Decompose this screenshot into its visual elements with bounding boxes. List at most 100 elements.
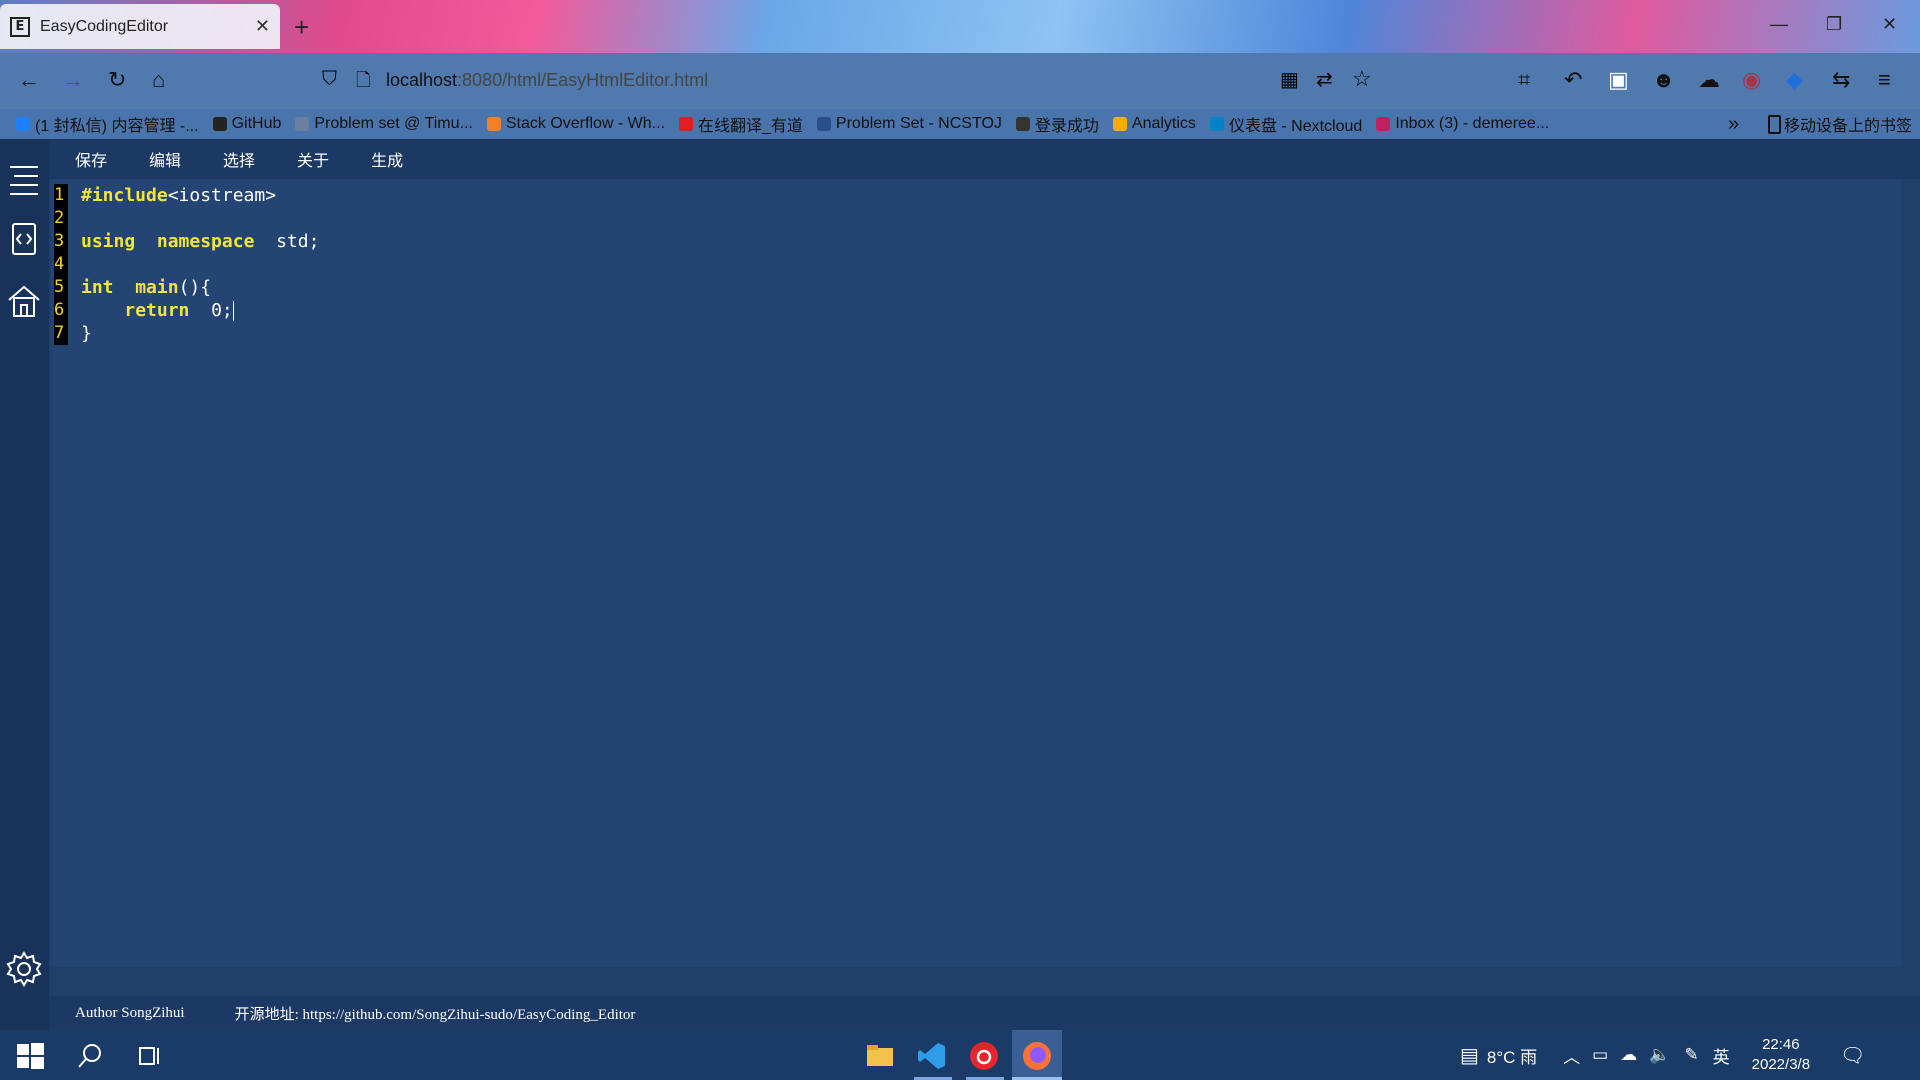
pen-icon[interactable]: ✎ [1684, 1045, 1698, 1065]
extension-translate-icon[interactable]: ⇆ [1832, 67, 1850, 93]
line-number: 6 [54, 300, 65, 320]
extension-add-icon[interactable]: ▣ [1608, 67, 1629, 93]
translate-icon[interactable]: ⇄ [1316, 67, 1333, 92]
code-area[interactable]: #include<iostream> using namespace std; … [81, 184, 319, 345]
home-icon[interactable]: ⌂ [152, 67, 165, 93]
menu-edit[interactable]: 编辑 [149, 147, 181, 171]
battery-icon[interactable]: ▭ [1592, 1045, 1608, 1065]
editor-app: 保存 编辑 选择 关于 生成 1 2 3 4 5 6 7 #include<iostream… [0, 139, 1920, 1030]
menu-hamburger-icon[interactable]: ≡ [1878, 67, 1891, 93]
ime-text[interactable]: 英 [1713, 1043, 1730, 1068]
bookmark-favicon-icon [1376, 117, 1391, 131]
menu-select[interactable]: 选择 [223, 147, 255, 171]
file-explorer-icon[interactable] [864, 1040, 896, 1072]
browser-tab[interactable]: E EasyCodingEditor ✕ [0, 4, 280, 49]
extension-monkey-icon[interactable]: ◉ [1742, 67, 1761, 93]
bookmark-favicon-icon [1209, 117, 1224, 131]
extension-cloud-icon[interactable]: ☁ [1698, 67, 1720, 93]
shield-icon[interactable]: ⛉ [322, 68, 337, 91]
clock[interactable]: 22:46 2022/3/8 [1752, 1035, 1810, 1075]
mobile-bookmarks[interactable]: 移动设备上的书签 [1768, 112, 1912, 136]
extension-mask-icon[interactable]: ☻ [1652, 67, 1675, 93]
bookmark-item[interactable]: GitHub [212, 115, 281, 133]
bookmark-favicon-icon [679, 117, 694, 131]
browser-navbar: ← → ↻ ⌂ ⛉ 🗋 localhost:8080/html/EasyHtml… [0, 53, 1920, 109]
bookmark-item[interactable]: Problem Set - NCSTOJ [816, 115, 1002, 133]
extension-blue-icon[interactable]: ◆ [1786, 67, 1803, 93]
bookmarks-more-icon[interactable]: » [1728, 113, 1739, 136]
bookmark-item[interactable]: Analytics [1112, 115, 1196, 133]
bookmark-label: Analytics [1131, 115, 1196, 132]
bookmark-label: 在线翻译_有道 [698, 118, 803, 135]
qr-code-icon[interactable]: ▦ [1280, 67, 1299, 92]
reload-icon[interactable]: ↻ [108, 67, 126, 93]
back-icon[interactable]: ← [18, 67, 40, 93]
menubar: 保存 编辑 选择 关于 生成 [49, 139, 1920, 179]
tray-expand-icon[interactable]: ︿ [1563, 1043, 1580, 1068]
line-number-gutter: 1 2 3 4 5 6 7 [54, 184, 68, 345]
bookmark-item[interactable]: Inbox (3) - demeree... [1376, 115, 1549, 133]
notification-icon[interactable]: 🗨 [1840, 1043, 1865, 1068]
bookmark-label: Stack Overflow - Wh... [505, 115, 666, 132]
bookmark-favicon-icon [16, 117, 30, 131]
forward-icon[interactable]: → [62, 67, 84, 93]
code-file-icon[interactable] [6, 221, 42, 257]
url-text[interactable]: localhost:8080/html/EasyHtmlEditor.html [386, 70, 708, 91]
restore-icon[interactable]: ❐ [1826, 14, 1842, 35]
new-tab-button[interactable]: + [294, 12, 309, 43]
menu-generate[interactable]: 生成 [371, 147, 403, 171]
volume-icon[interactable]: 🔈 [1649, 1045, 1670, 1065]
clock-time: 22:46 [1762, 1036, 1800, 1053]
text-cursor [232, 301, 234, 321]
code-line: return 0; [124, 300, 234, 321]
system-tray: ▤ 8°C 雨 ︿ ▭ ☁ 🔈 ✎ 英 22:46 2022/3/8 🗨 [1460, 1030, 1865, 1080]
minimize-icon[interactable]: — [1770, 14, 1788, 35]
menu-save[interactable]: 保存 [75, 147, 107, 171]
tab-title: EasyCodingEditor [40, 17, 169, 35]
code-line: using namespace std; [81, 231, 320, 252]
menu-lines-icon[interactable] [6, 159, 42, 195]
code-line: #include<iostream> [81, 185, 277, 206]
bookmark-label: 仪表盘 - Nextcloud [1228, 118, 1363, 135]
tab-favicon-icon: E [10, 16, 30, 37]
vscode-icon[interactable] [916, 1040, 948, 1072]
bookmark-label: Problem set @ Timu... [314, 115, 473, 132]
windows-start-icon[interactable] [14, 1040, 46, 1072]
undo-icon[interactable]: ↶ [1564, 67, 1582, 93]
search-icon[interactable] [74, 1040, 106, 1072]
onedrive-icon[interactable]: ☁ [1620, 1045, 1637, 1065]
bookmark-item[interactable]: 在线翻译_有道 [679, 112, 803, 136]
home-sidebar-icon[interactable] [6, 283, 42, 319]
line-number: 5 [54, 277, 65, 297]
bookmark-star-icon[interactable]: ☆ [1352, 66, 1372, 92]
crop-icon[interactable]: ⌗ [1518, 67, 1530, 93]
address-bar[interactable]: ⛉ 🗋 localhost:8080/html/EasyHtmlEditor.h… [316, 59, 1372, 101]
bookmark-item[interactable]: 仪表盘 - Nextcloud [1209, 112, 1363, 136]
bookmark-item[interactable]: Problem set @ Timu... [295, 115, 473, 133]
bookmark-item[interactable]: 登录成功 [1015, 112, 1099, 136]
bookmark-item[interactable]: (1 封私信) 内容管理 -... [16, 112, 199, 136]
code-line: } [81, 323, 92, 344]
settings-gear-icon[interactable] [6, 951, 42, 987]
netease-music-icon[interactable] [968, 1040, 1000, 1072]
mobile-icon [1768, 114, 1781, 134]
close-window-icon[interactable]: ✕ [1882, 14, 1897, 35]
bookmark-item[interactable]: Stack Overflow - Wh... [486, 115, 666, 133]
clock-date: 2022/3/8 [1751, 1056, 1811, 1073]
line-number: 1 [54, 185, 65, 205]
taskbar: ▤ 8°C 雨 ︿ ▭ ☁ 🔈 ✎ 英 22:46 2022/3/8 🗨 [0, 1030, 1920, 1080]
source-link[interactable]: 开源地址: https://github.com/SongZihui-sudo/… [235, 1003, 636, 1024]
bookmark-favicon-icon [816, 117, 831, 131]
news-widget-icon[interactable]: ▤ [1460, 1043, 1479, 1068]
weather-text[interactable]: 8°C 雨 [1487, 1043, 1537, 1068]
task-view-icon[interactable] [134, 1040, 166, 1072]
firefox-icon[interactable] [1021, 1040, 1053, 1072]
bookmark-favicon-icon [1015, 117, 1030, 131]
page-info-icon[interactable]: 🗋 [356, 68, 370, 98]
tab-close-icon[interactable]: ✕ [255, 16, 270, 37]
bookmark-favicon-icon [486, 117, 501, 131]
code-editor[interactable]: 1 2 3 4 5 6 7 #include<iostream> using namespa… [51, 179, 1901, 967]
menu-about[interactable]: 关于 [297, 147, 329, 171]
browser-titlebar: E EasyCodingEditor ✕ + — ❐ ✕ [0, 0, 1920, 53]
